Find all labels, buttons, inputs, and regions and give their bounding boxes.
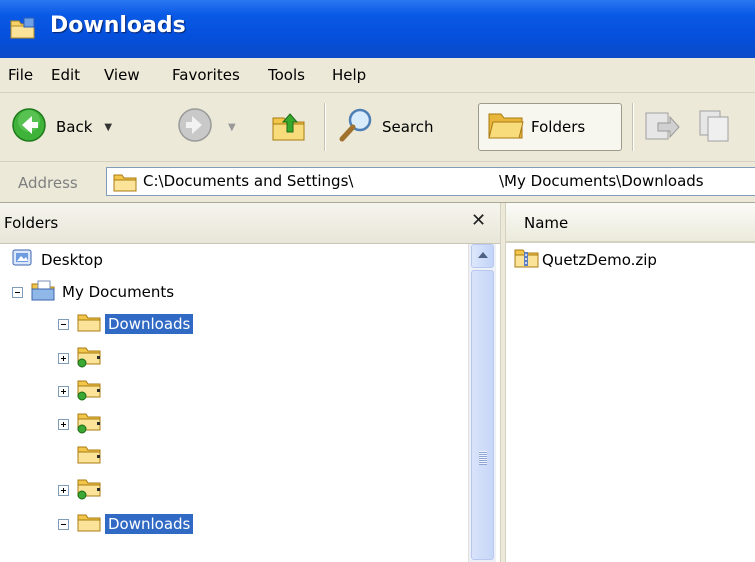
tree-item-label: [105, 390, 111, 392]
toolbar-separator: [632, 103, 634, 151]
tree-item-label: Desktop: [41, 251, 103, 269]
tree-item-shared-folder[interactable]: [58, 410, 111, 438]
tree-item-label: Downloads: [105, 514, 194, 534]
file-list-header: Name: [506, 203, 755, 243]
tree-item-label: Downloads: [105, 314, 194, 334]
folder-icon: [77, 312, 101, 336]
tree-item-downloads[interactable]: Downloads: [58, 310, 194, 338]
menu-favorites[interactable]: Favorites: [172, 66, 240, 84]
address-label: Address: [18, 174, 78, 192]
search-icon: [336, 105, 376, 149]
shared-folder-icon: [77, 410, 105, 438]
folders-icon: [487, 108, 525, 146]
toolbar: Back ▼ ▼ Search Folders: [0, 93, 755, 162]
menu-tools[interactable]: Tools: [268, 66, 305, 84]
up-folder-button[interactable]: [270, 103, 308, 151]
address-path-part2: \My Documents\Downloads: [499, 172, 704, 190]
tree-item-shared-folder[interactable]: [58, 377, 111, 405]
search-label: Search: [382, 118, 434, 136]
title-bar: Downloads: [0, 0, 755, 58]
address-field[interactable]: C:\Documents and Settings\ \My Documents…: [106, 167, 755, 196]
tree-item-downloads[interactable]: Downloads: [58, 510, 194, 538]
address-bar: Address C:\Documents and Settings\ \My D…: [0, 162, 755, 203]
back-label: Back: [56, 118, 93, 136]
folders-pane-header: Folders ✕: [0, 203, 500, 244]
tree-item-label: [105, 423, 111, 425]
shared-folder-icon: [77, 377, 105, 405]
file-row[interactable]: QuetzDemo.zip: [514, 247, 657, 273]
tree-item-label: [105, 357, 111, 359]
tree-item-label: My Documents: [62, 283, 175, 301]
file-name: QuetzDemo.zip: [542, 251, 657, 269]
menu-bar: File Edit View Favorites Tools Help: [0, 58, 755, 93]
move-to-icon: [642, 105, 682, 149]
collapse-icon[interactable]: [58, 518, 69, 530]
copy-to-icon: [696, 105, 736, 149]
desktop-icon: [12, 248, 32, 272]
column-header-name[interactable]: Name: [524, 214, 568, 232]
folder-icon: [77, 512, 101, 536]
menu-edit[interactable]: Edit: [51, 66, 80, 84]
copy-to-button[interactable]: [696, 103, 736, 151]
menu-file[interactable]: File: [8, 66, 33, 84]
back-dropdown-icon[interactable]: ▼: [104, 122, 112, 133]
scrollbar-thumb[interactable]: [471, 270, 494, 560]
my-documents-icon: [31, 279, 55, 305]
folders-pane-title: Folders: [4, 214, 59, 232]
scrollbar-grip: [479, 451, 487, 465]
window-title: Downloads: [50, 13, 186, 38]
expand-icon[interactable]: [58, 418, 69, 430]
folder-icon: [77, 443, 105, 471]
folder-tree: Desktop My Documents Downloads Downloads: [0, 244, 468, 562]
expand-icon[interactable]: [58, 484, 69, 496]
collapse-icon[interactable]: [58, 318, 69, 330]
folders-pane: Folders ✕ Desktop My Documents Downloads…: [0, 203, 500, 562]
expand-icon[interactable]: [58, 385, 69, 397]
collapse-icon[interactable]: [12, 286, 23, 298]
forward-dropdown-icon[interactable]: ▼: [228, 122, 236, 133]
folder-icon: [113, 172, 137, 196]
address-path-part1: C:\Documents and Settings\: [143, 172, 354, 190]
up-folder-icon: [270, 106, 308, 148]
tree-item-shared-folder[interactable]: [58, 476, 111, 504]
folders-scrollbar[interactable]: [468, 244, 496, 562]
forward-button[interactable]: ▼: [176, 103, 236, 151]
shared-folder-icon: [77, 344, 105, 372]
move-to-button[interactable]: [642, 103, 682, 151]
menu-help[interactable]: Help: [332, 66, 366, 84]
expand-icon[interactable]: [58, 352, 69, 364]
forward-arrow-icon: [176, 106, 214, 148]
toolbar-separator: [324, 103, 326, 151]
folder-window-icon: [10, 16, 36, 40]
menu-view[interactable]: View: [104, 66, 140, 84]
back-button[interactable]: Back ▼: [10, 103, 112, 151]
folders-label: Folders: [531, 118, 586, 136]
tree-item-my-documents[interactable]: My Documents: [12, 278, 177, 306]
tree-item-label: [105, 489, 111, 491]
zip-file-icon: [514, 247, 540, 273]
shared-folder-icon: [77, 476, 105, 504]
tree-item-folder[interactable]: [77, 443, 111, 471]
tree-item-shared-folder[interactable]: [58, 344, 111, 372]
folders-button[interactable]: Folders: [478, 103, 622, 151]
back-arrow-icon: [10, 106, 48, 148]
scroll-up-icon[interactable]: [471, 244, 494, 268]
file-list: Name QuetzDemo.zip: [506, 203, 755, 562]
tree-item-desktop[interactable]: Desktop: [12, 246, 106, 274]
search-button[interactable]: Search: [336, 103, 434, 151]
tree-item-label: [105, 456, 111, 458]
close-icon[interactable]: ✕: [471, 210, 486, 231]
